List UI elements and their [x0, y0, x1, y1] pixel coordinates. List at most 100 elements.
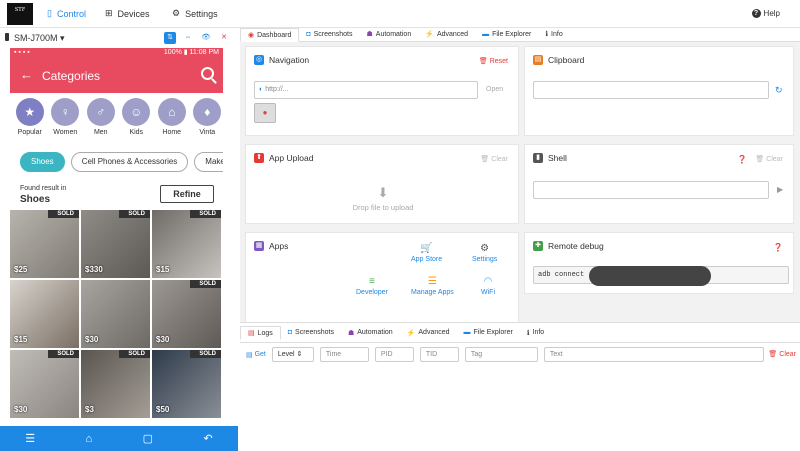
url-placeholder: http://...	[265, 86, 289, 93]
recents-icon[interactable]: ▢	[143, 432, 153, 445]
help-label: Help	[763, 9, 780, 18]
refine-button[interactable]: Refine	[160, 185, 214, 203]
tab-advanced[interactable]: ⚡ Advanced	[418, 27, 475, 41]
apps-panel: ▦ Apps 🛒 App Store ⚙ Settings ≡ Developer ☰ M…	[245, 232, 519, 328]
tid-input[interactable]: TID	[419, 347, 459, 362]
play-icon[interactable]: ▶	[777, 185, 783, 194]
device-selector[interactable]: SM-J700M ▾	[14, 33, 65, 44]
product-tile[interactable]: SOLD $3	[81, 350, 150, 418]
settings-app-button[interactable]: ⚙ Settings	[472, 243, 497, 263]
tab-automation[interactable]: ☗ Automation	[360, 27, 419, 41]
folder-icon: ▬	[482, 30, 490, 38]
app-upload-panel: ⬆ App Upload 🗑 Clear ⬇ Drop file to uploa…	[245, 144, 519, 224]
upload-clear-button[interactable]: 🗑 Clear	[480, 155, 508, 164]
price-label: $50	[156, 405, 170, 414]
nav-devices[interactable]: ⊞ Devices	[105, 8, 150, 19]
device-screen[interactable]: ▪ ▪ ▪ ▪ 100% ▮ 11:08 PM ← Categories ★ Po…	[10, 48, 223, 418]
tab-label: Info	[532, 329, 545, 336]
home-icon: ⌂	[157, 98, 186, 126]
product-tile[interactable]: SOLD $50	[152, 350, 221, 418]
tab-advanced-2[interactable]: ⚡ Advanced	[400, 326, 457, 340]
tab-file-explorer[interactable]: ▬ File Explorer	[475, 27, 538, 41]
product-tile[interactable]: SOLD $30	[152, 280, 221, 348]
app-store-button[interactable]: 🛒 App Store	[411, 243, 442, 263]
pid-input[interactable]: PID	[374, 347, 414, 362]
rotate-button[interactable]: ⇅	[164, 32, 176, 44]
vintage-icon: ♦	[193, 98, 222, 126]
tab-label: Screenshots	[313, 30, 353, 38]
close-device-button[interactable]: ✕	[218, 32, 230, 44]
tab-info-2[interactable]: ℹ Info	[520, 326, 551, 340]
wifi-button[interactable]: ◠ WiFi	[481, 276, 495, 296]
refresh-icon[interactable]: ↻	[775, 85, 783, 96]
menu-icon[interactable]: ☰	[25, 432, 35, 445]
home-button-icon[interactable]: ⌂	[86, 433, 93, 445]
sitemap-icon: ⊞	[105, 8, 113, 18]
tab-screenshots[interactable]: ◘ Screenshots	[299, 27, 359, 41]
search-icon[interactable]	[201, 67, 214, 80]
get-button[interactable]: ▤ Get	[246, 351, 266, 359]
panel-title: Navigation	[269, 55, 310, 65]
nav-control[interactable]: ▯ Control	[47, 8, 86, 19]
clipboard-input[interactable]	[533, 81, 769, 99]
sold-badge: SOLD	[48, 210, 79, 218]
tab-info[interactable]: ℹ Info	[538, 27, 569, 41]
product-tile[interactable]: SOLD $330	[81, 210, 150, 278]
tab-screenshots-2[interactable]: ◘ Screenshots	[281, 326, 341, 340]
category-popular[interactable]: ★ Popular	[14, 98, 46, 146]
category-kids[interactable]: ☺ Kids	[121, 98, 153, 146]
level-select[interactable]: Level ⇕	[271, 347, 314, 362]
url-input[interactable]: ◐ http://...	[254, 81, 478, 99]
tag-input[interactable]: Tag	[464, 347, 538, 362]
category-men[interactable]: ♂ Men	[85, 98, 117, 146]
app-bar: ← Categories	[10, 58, 223, 93]
price-label: $30	[85, 335, 99, 344]
back-button-icon[interactable]: ↶	[204, 432, 213, 445]
category-home[interactable]: ⌂ Home	[156, 98, 188, 146]
nav-settings[interactable]: ⚙ Settings	[172, 8, 218, 19]
help-icon[interactable]: ❓	[773, 243, 783, 252]
chip-shoes[interactable]: Shoes	[20, 152, 65, 172]
manage-apps-button[interactable]: ☰ Manage Apps	[411, 276, 454, 296]
developer-button[interactable]: ≡ Developer	[356, 276, 388, 296]
reset-button[interactable]: 🗑 Reset	[479, 57, 508, 66]
product-tile[interactable]: SOLD $15	[152, 210, 221, 278]
download-icon: ⬇	[377, 185, 389, 200]
chrome-browser-icon[interactable]: ●	[254, 103, 276, 123]
product-tile[interactable]: SOLD $25	[10, 210, 79, 278]
onesie-icon: ☺	[122, 98, 151, 126]
drop-zone[interactable]: Drop file to upload	[246, 203, 520, 212]
tab-logs[interactable]: ▤ Logs	[240, 326, 281, 340]
resize-button[interactable]: ⇔	[182, 32, 194, 44]
category-women[interactable]: ♀ Women	[50, 98, 82, 146]
list-icon: ☰	[427, 276, 437, 287]
robot-icon: ☗	[366, 31, 373, 38]
price-label: $15	[156, 265, 170, 274]
logs-clear-button[interactable]: 🗑 Clear	[768, 350, 796, 358]
tab-file-explorer-2[interactable]: ▬ File Explorer	[457, 326, 520, 340]
shell-input[interactable]	[533, 181, 769, 199]
chip-cell-phones[interactable]: Cell Phones & Accessories	[70, 152, 189, 172]
category-vintage[interactable]: ♦ Vinta	[192, 98, 224, 146]
help-link[interactable]: ? Help	[751, 9, 780, 18]
chip-makeup[interactable]: Make	[194, 152, 223, 172]
level-value: Level	[277, 351, 295, 358]
list-icon: ▤	[246, 351, 253, 359]
open-button[interactable]: Open	[486, 86, 503, 93]
back-arrow-icon[interactable]: ←	[20, 67, 33, 82]
product-tile[interactable]: SOLD $30	[10, 350, 79, 418]
time-input[interactable]: Time	[319, 347, 369, 362]
text-input[interactable]: Text	[543, 347, 764, 362]
shell-clear-button[interactable]: 🗑 Clear	[755, 155, 783, 164]
tab-dashboard[interactable]: ◉ Dashboard	[240, 28, 300, 42]
screen-button[interactable]: 👁	[200, 32, 212, 44]
tab-label: Automation	[375, 30, 412, 38]
help-icon[interactable]: ❓	[737, 155, 747, 164]
tab-automation-2[interactable]: ☗ Automation	[341, 326, 400, 340]
product-tile[interactable]: $15	[10, 280, 79, 348]
product-tile[interactable]: $30	[81, 280, 150, 348]
status-icons: ▪ ▪ ▪ ▪	[14, 49, 30, 56]
grid-icon: ▦	[254, 241, 264, 251]
sold-badge: SOLD	[190, 280, 221, 288]
device-nav-bar: ☰ ⌂ ▢ ↶	[0, 426, 238, 451]
